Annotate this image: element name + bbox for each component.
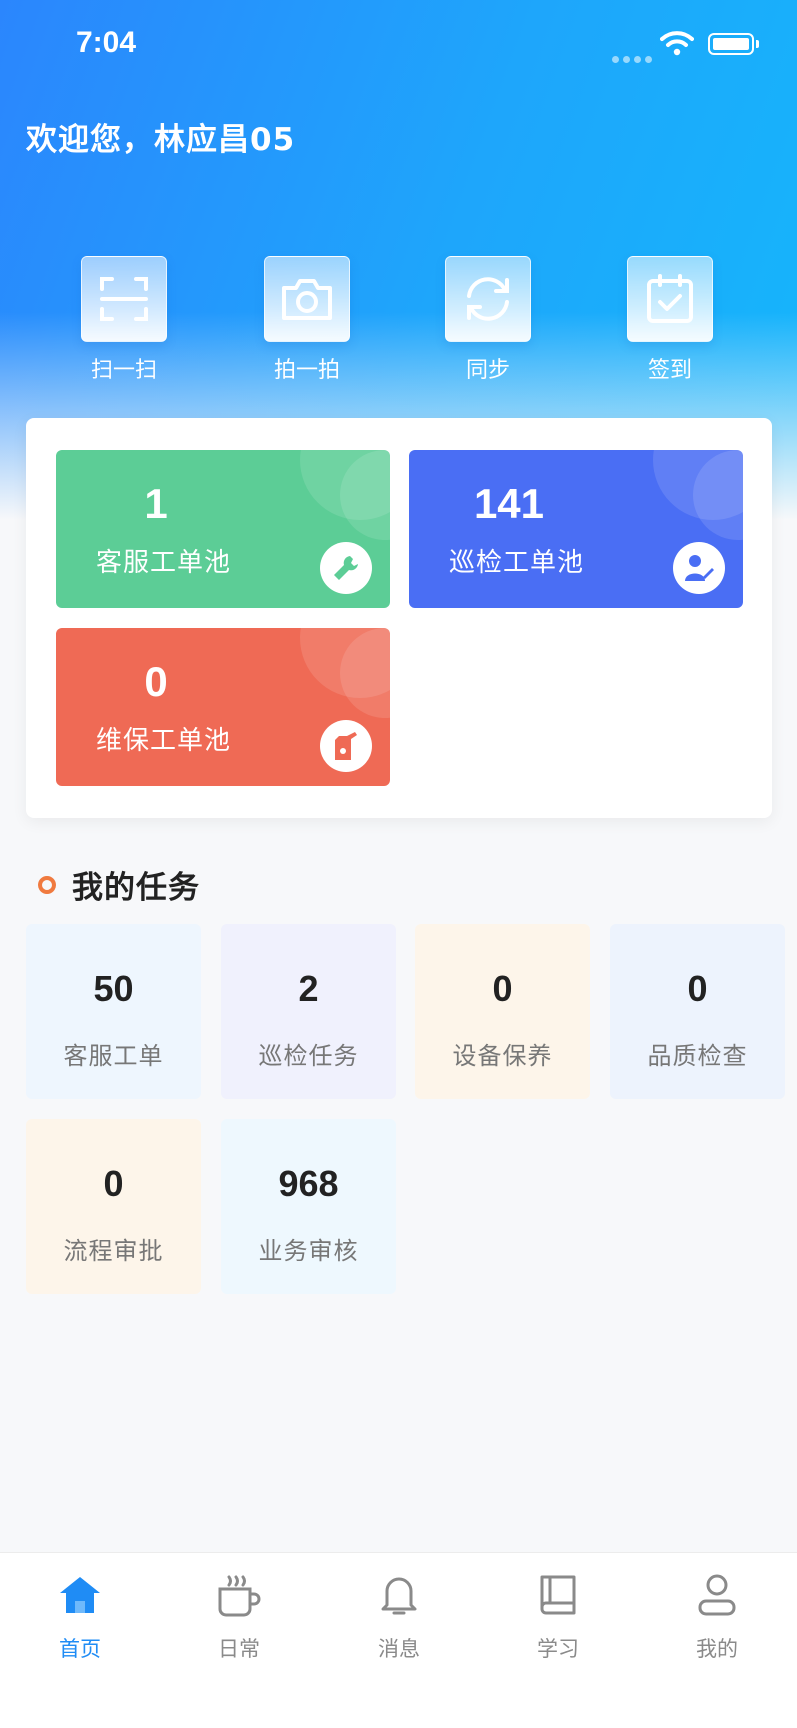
task-label: 业务审核 [258,1237,359,1265]
task-card-quality-check[interactable]: 0 品质检查 [610,924,785,1099]
pool-label: 巡检工单池 [449,548,585,578]
user-icon [637,1571,797,1619]
sync-icon [445,256,531,342]
scan-icon [81,256,167,342]
tab-messages[interactable]: 消息 [319,1571,479,1663]
task-count: 968 [278,1163,339,1204]
welcome-text: 欢迎您，林应昌05 [26,122,296,158]
tab-label: 首页 [59,1637,101,1661]
task-count: 0 [103,1163,124,1204]
tab-mine[interactable]: 我的 [637,1571,797,1663]
task-card-customer-orders[interactable]: 50 客服工单 [26,924,201,1099]
task-count: 2 [298,968,319,1009]
work-order-pool-panel: 1 客服工单池 141 巡检工单池 0 维保工单池 [26,418,772,818]
quick-action-sync[interactable]: 同步 [418,256,558,384]
tab-label: 学习 [537,1637,579,1661]
task-label: 客服工单 [63,1042,164,1070]
pool-card-maintenance[interactable]: 0 维保工单池 [56,628,390,786]
task-count: 0 [687,968,708,1009]
tab-label: 日常 [218,1637,260,1661]
wrench-icon [320,542,372,594]
quick-action-label: 扫一扫 [90,358,157,383]
task-label: 流程审批 [63,1237,164,1265]
pool-card-inspection[interactable]: 141 巡检工单池 [409,450,743,608]
my-tasks-header: 我的任务 [38,862,200,907]
pool-label: 维保工单池 [96,726,232,756]
task-count: 0 [492,968,513,1009]
task-card-inspection[interactable]: 2 巡检任务 [221,924,396,1099]
pool-label: 客服工单池 [96,548,232,578]
pool-count: 1 [144,480,168,527]
bell-icon [319,1571,479,1619]
quick-action-checkin[interactable]: 签到 [600,256,740,384]
coffee-cup-icon [159,1571,319,1619]
tab-label: 我的 [696,1637,738,1661]
section-dot-icon [38,875,56,894]
pool-count: 141 [473,480,545,527]
battery-icon [708,33,759,55]
quick-action-label: 拍一拍 [273,358,340,383]
checkin-calendar-icon [627,256,713,342]
book-icon [478,1571,638,1619]
pool-card-customer-service[interactable]: 1 客服工单池 [56,450,390,608]
camera-icon [264,256,350,342]
pool-count: 0 [144,658,168,705]
quick-action-label: 同步 [465,358,510,383]
task-card-equipment-maintenance[interactable]: 0 设备保养 [415,924,590,1099]
tab-label: 消息 [378,1637,420,1661]
wifi-icon [660,30,694,60]
section-title: 我的任务 [72,870,200,906]
task-count: 50 [93,968,134,1009]
task-label: 设备保养 [452,1042,553,1070]
home-icon [0,1571,160,1619]
bottom-tab-bar: 首页 日常 消息 学习 我的 [0,1552,797,1728]
task-label: 巡检任务 [258,1042,359,1070]
tab-learning[interactable]: 学习 [478,1571,638,1663]
quick-action-photo[interactable]: 拍一拍 [237,256,377,384]
tab-daily[interactable]: 日常 [159,1571,319,1663]
quick-action-scan[interactable]: 扫一扫 [54,256,194,384]
tab-home[interactable]: 首页 [0,1571,160,1663]
task-card-business-review[interactable]: 968 业务审核 [221,1119,396,1294]
task-card-process-approval[interactable]: 0 流程审批 [26,1119,201,1294]
oil-can-icon [320,720,372,772]
cellular-signal-icon [612,48,656,67]
status-time: 7:04 [76,26,137,59]
inspector-icon [673,542,725,594]
task-label: 品质检查 [647,1042,748,1070]
quick-action-label: 签到 [647,358,692,383]
status-bar: 7:04 [0,0,797,90]
